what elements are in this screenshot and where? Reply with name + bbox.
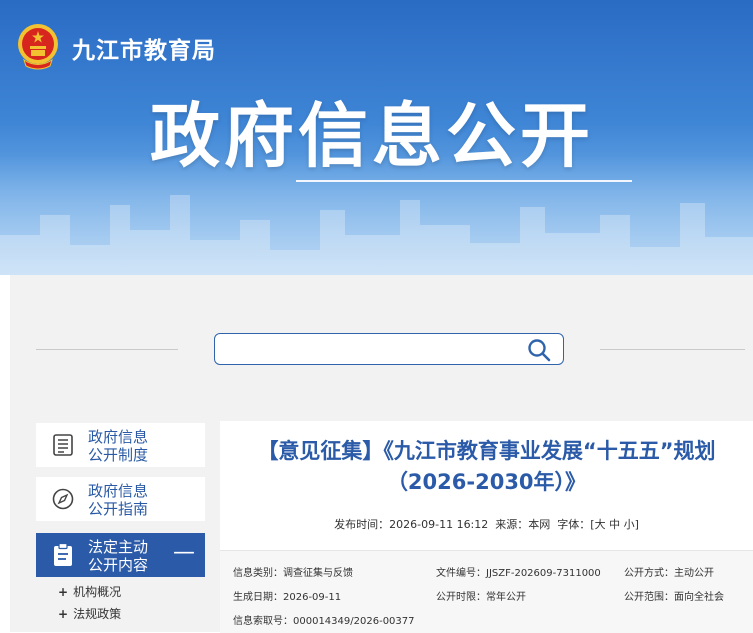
info-open-method: 公开方式：主动公开: [624, 568, 714, 579]
search-divider-right: [600, 349, 745, 350]
sidebar-subitem-laws-policies[interactable]: + 法规政策: [58, 605, 121, 622]
sidebar-item-disclosure-guide[interactable]: 政府信息 公开指南: [36, 477, 205, 521]
header-banner: 九江市教育局 政府信息公开: [0, 0, 753, 275]
sidebar-subitem-org-overview[interactable]: + 机构概况: [58, 583, 121, 600]
search-divider-left: [36, 349, 178, 350]
info-open-scope: 公开范围：面向全社会: [624, 592, 724, 603]
info-index-no: 信息索取号：000014349/2026-00377: [233, 616, 415, 627]
sidebar-item-label: 政府信息 公开指南: [88, 482, 149, 518]
sidebar-item-label: 法定主动 公开内容: [88, 538, 149, 574]
banner-title: 政府信息公开: [150, 95, 594, 177]
search-input[interactable]: [223, 338, 517, 362]
font-size-medium[interactable]: 中: [609, 518, 620, 531]
font-size-small[interactable]: 小: [624, 518, 635, 531]
clipboard-icon: [54, 543, 72, 566]
plus-icon: +: [58, 607, 69, 621]
search-icon[interactable]: [527, 338, 551, 362]
info-date: 生成日期：2026-09-11: [233, 592, 342, 603]
document-list-icon: [53, 434, 73, 456]
source: 本网: [528, 518, 551, 531]
article-meta: 发布时间：2026-09-11 16:12 来源：本网 字体：[大 中 小]: [334, 518, 639, 531]
sidebar-item-statutory-content[interactable]: 法定主动 公开内容 —: [36, 533, 205, 577]
compass-icon: [52, 488, 74, 510]
sidebar-item-disclosure-system[interactable]: 政府信息 公开制度: [36, 423, 205, 467]
sidebar-item-label: 政府信息 公开制度: [88, 428, 149, 464]
info-open-period: 公开时限：常年公开: [436, 592, 526, 603]
info-category: 信息类别：调查征集与反馈: [233, 568, 353, 579]
info-doc-no: 文件编号：JJSZF-202609-7311000: [436, 568, 601, 579]
national-emblem-icon: [18, 24, 58, 70]
org-name[interactable]: 九江市教育局: [72, 31, 216, 65]
publish-time: 2026-09-11 16:12: [389, 518, 489, 531]
font-size-large[interactable]: 大: [595, 518, 606, 531]
banner-title-underline: [296, 180, 632, 182]
plus-icon: +: [58, 585, 69, 599]
search-box: [214, 333, 564, 365]
article-title: 【意见征集】《九江市教育事业发展“十五五”规划 （2026-2030年）》: [257, 439, 716, 494]
collapse-toggle[interactable]: —: [173, 542, 195, 564]
